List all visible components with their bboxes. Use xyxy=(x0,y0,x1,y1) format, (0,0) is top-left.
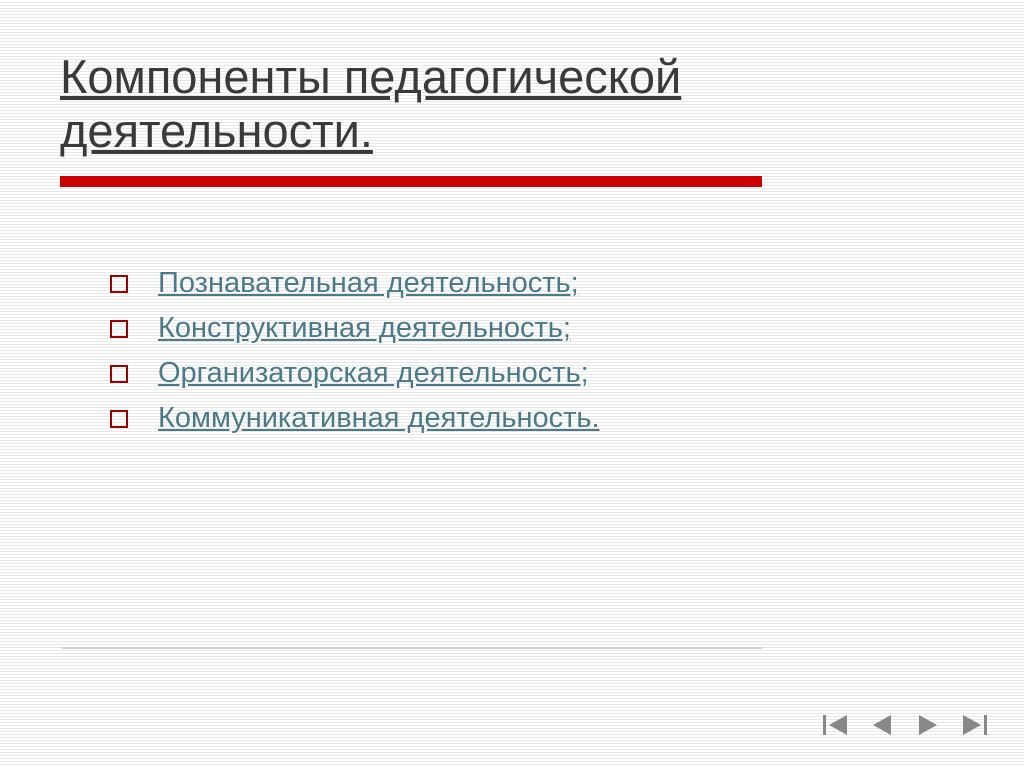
title-accent-bar xyxy=(60,176,762,187)
next-slide-button[interactable] xyxy=(912,711,944,739)
bullet-link[interactable]: Коммуникативная деятельность. xyxy=(158,402,600,435)
triangle-right-icon xyxy=(917,714,939,736)
list-item: Конструктивная деятельность; xyxy=(110,312,964,345)
square-bullet-icon xyxy=(110,320,128,338)
skip-first-icon xyxy=(823,714,849,736)
square-bullet-icon xyxy=(110,365,128,383)
slide: Компоненты педагогической деятельности. … xyxy=(0,0,1024,767)
bullet-list: Познавательная деятельность; Конструктив… xyxy=(60,267,964,435)
nav-controls xyxy=(820,711,990,739)
first-slide-button[interactable] xyxy=(820,711,852,739)
list-item: Коммуникативная деятельность. xyxy=(110,402,964,435)
list-item: Познавательная деятельность; xyxy=(110,267,964,300)
bullet-link[interactable]: Конструктивная деятельность; xyxy=(158,312,571,345)
bullet-link[interactable]: Организаторская деятельность; xyxy=(158,357,589,390)
last-slide-button[interactable] xyxy=(958,711,990,739)
list-item: Организаторская деятельность; xyxy=(110,357,964,390)
slide-title: Компоненты педагогической деятельности. xyxy=(60,50,964,158)
square-bullet-icon xyxy=(110,275,128,293)
previous-slide-button[interactable] xyxy=(866,711,898,739)
bullet-link[interactable]: Познавательная деятельность; xyxy=(158,267,579,300)
skip-last-icon xyxy=(961,714,987,736)
triangle-left-icon xyxy=(871,714,893,736)
square-bullet-icon xyxy=(110,410,128,428)
footer-divider xyxy=(62,647,762,649)
